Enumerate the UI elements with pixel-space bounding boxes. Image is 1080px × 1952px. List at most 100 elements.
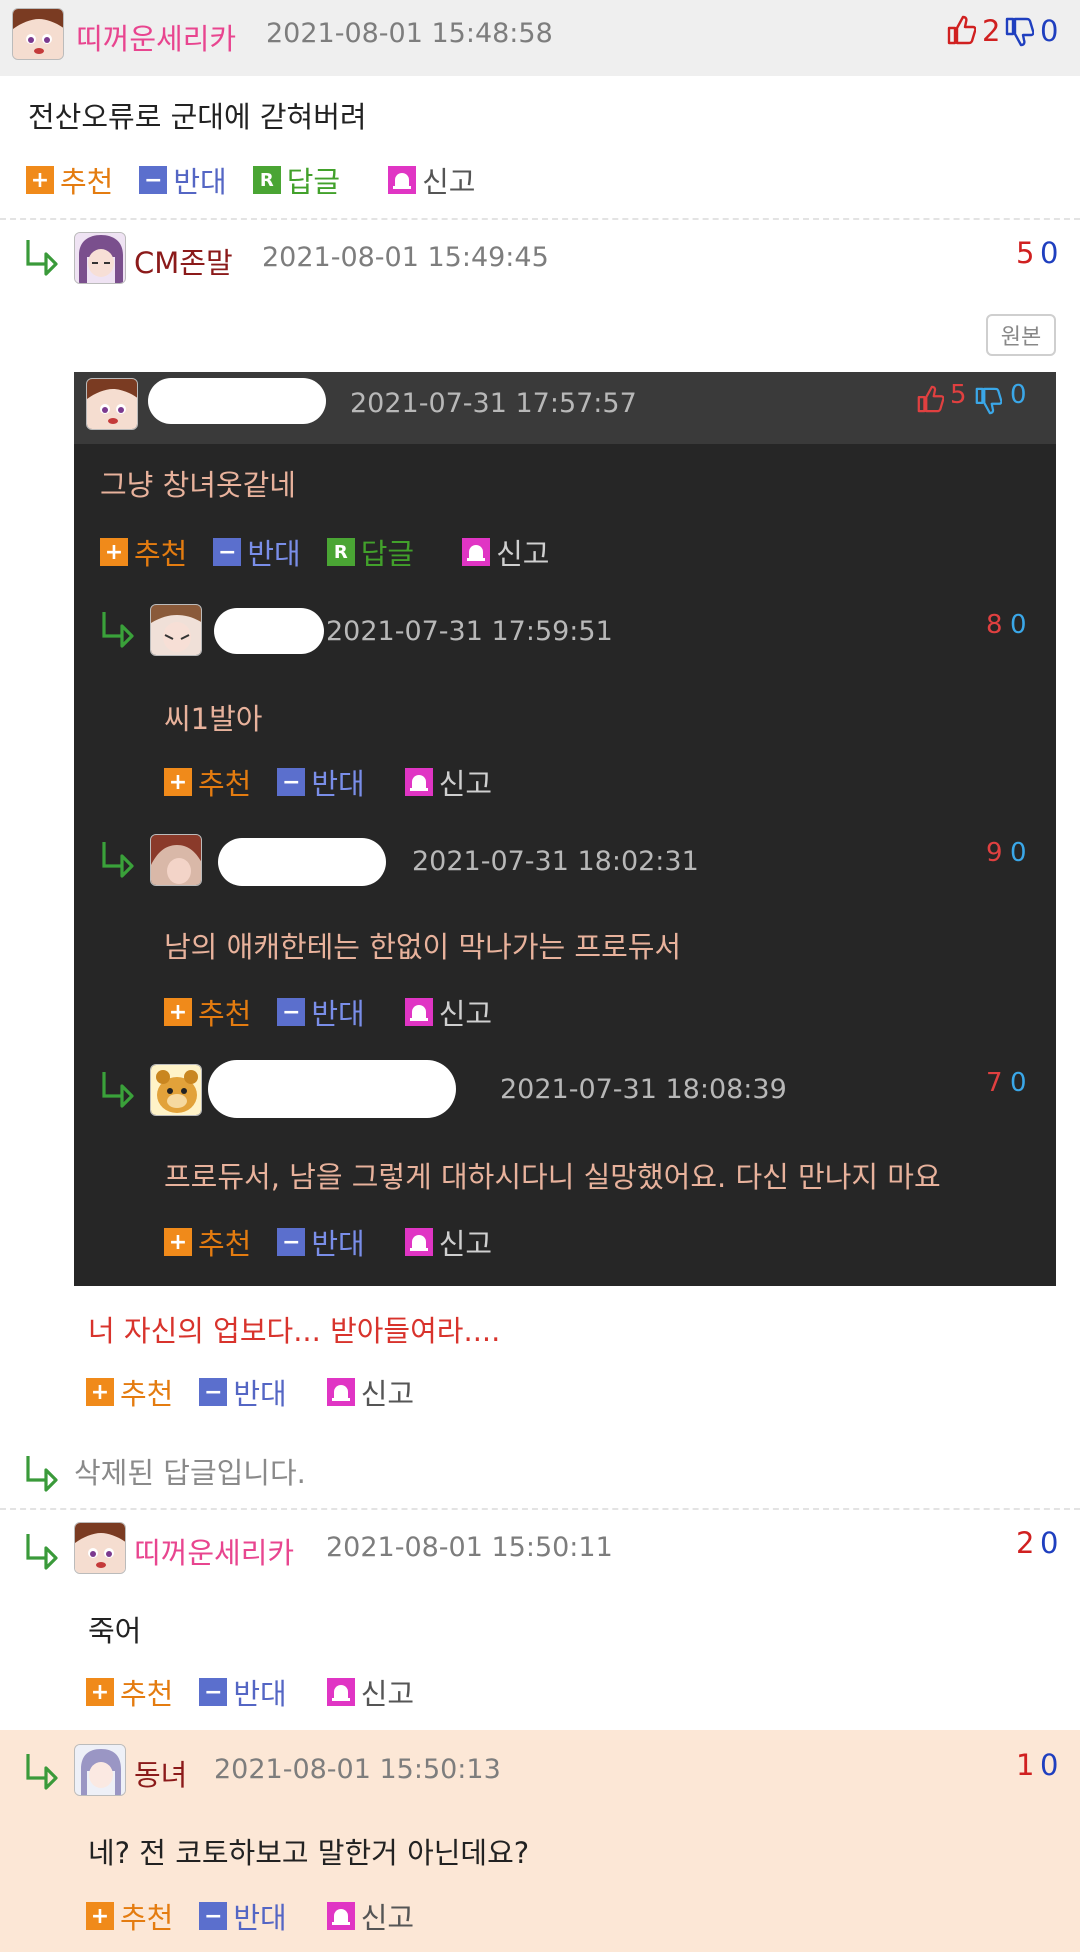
recommend-button[interactable]: + 추천 bbox=[26, 159, 113, 201]
oppose-button[interactable]: − 반대 bbox=[199, 1671, 287, 1713]
timestamp: 2021-07-31 18:08:39 bbox=[500, 1074, 787, 1105]
thumbs-down-icon bbox=[974, 386, 1003, 416]
redaction-scribble bbox=[214, 608, 324, 654]
recommend-button: + 추천 bbox=[100, 531, 187, 573]
upvote-count: 2 bbox=[1016, 1526, 1035, 1560]
minus-icon: − bbox=[277, 768, 306, 796]
report-button: 신고 bbox=[404, 761, 492, 803]
upvote-count: 9 bbox=[986, 838, 1003, 868]
avatar bbox=[150, 834, 202, 886]
nickname[interactable]: CM존말 bbox=[134, 240, 233, 282]
avatar[interactable] bbox=[74, 232, 126, 284]
recommend-button[interactable]: + 추천 bbox=[86, 1671, 173, 1713]
thumbs-up-icon bbox=[916, 384, 945, 414]
report-button: 신고 bbox=[404, 1221, 492, 1263]
avatar[interactable] bbox=[74, 1744, 126, 1796]
redaction-scribble bbox=[148, 378, 326, 424]
siren-icon bbox=[404, 1228, 433, 1256]
timestamp: 2021-08-01 15:49:45 bbox=[262, 242, 549, 273]
minus-icon: − bbox=[277, 998, 306, 1026]
recommend-button[interactable]: + 추천 bbox=[86, 1895, 173, 1937]
downvote-count: 0 bbox=[1040, 1748, 1059, 1782]
comment-text: 프로듀서, 남을 그렇게 대하시다니 실망했어요. 다신 만나지 마요 bbox=[164, 1160, 941, 1194]
comment-text: 남의 애캐한테는 한없이 막나가는 프로듀서 bbox=[164, 930, 682, 964]
reply-button: R 답글 bbox=[326, 531, 414, 573]
divider bbox=[0, 218, 1080, 220]
plus-icon: + bbox=[26, 166, 54, 194]
comment-actions: + 추천 − 반대 신고 bbox=[164, 992, 518, 1032]
plus-icon: + bbox=[86, 1902, 114, 1930]
comment-actions: + 추천 − 반대 신고 bbox=[164, 762, 518, 802]
reply-arrow-icon bbox=[98, 608, 138, 648]
report-button: 신고 bbox=[462, 531, 550, 573]
reply-arrow-icon bbox=[22, 1452, 62, 1492]
reply-arrow-icon bbox=[22, 1750, 62, 1790]
reply-icon: R bbox=[326, 538, 355, 566]
thumbs-up-icon[interactable] bbox=[946, 14, 977, 46]
comment-text: 죽어 bbox=[88, 1614, 142, 1648]
avatar[interactable] bbox=[12, 8, 64, 60]
minus-icon: − bbox=[199, 1902, 228, 1930]
oppose-button[interactable]: − 반대 bbox=[199, 1371, 287, 1413]
recommend-button: + 추천 bbox=[164, 991, 251, 1033]
nickname[interactable]: 띠꺼운세리카 bbox=[134, 1530, 294, 1572]
siren-icon bbox=[388, 166, 417, 194]
timestamp: 2021-08-01 15:50:11 bbox=[326, 1532, 613, 1563]
plus-icon: + bbox=[86, 1678, 114, 1706]
plus-icon: + bbox=[100, 538, 128, 566]
recommend-button[interactable]: + 추천 bbox=[86, 1371, 173, 1413]
comment-actions: + 추천 − 반대 신고 bbox=[86, 1896, 440, 1936]
timestamp: 2021-08-01 15:50:13 bbox=[214, 1754, 501, 1785]
comment-text: 씨1발아 bbox=[164, 702, 263, 736]
recommend-button: + 추천 bbox=[164, 1221, 251, 1263]
siren-icon bbox=[326, 1902, 355, 1930]
avatar bbox=[150, 1064, 202, 1116]
minus-icon: − bbox=[213, 538, 242, 566]
upvote-count: 2 bbox=[982, 14, 1001, 48]
upvote-count: 5 bbox=[950, 380, 967, 410]
siren-icon bbox=[404, 768, 433, 796]
report-button[interactable]: 신고 bbox=[326, 1371, 414, 1413]
comment-text: 전산오류로 군대에 갇혀버려 bbox=[28, 100, 367, 134]
report-button[interactable]: 신고 bbox=[388, 159, 476, 201]
original-button[interactable]: 원본 bbox=[986, 314, 1056, 356]
comment-actions: + 추천 − 반대 R 답글 신고 bbox=[100, 532, 576, 572]
comment-text: 네? 전 코토하보고 말한거 아닌데요? bbox=[88, 1836, 530, 1870]
nickname[interactable]: 동녀 bbox=[134, 1752, 187, 1794]
minus-icon: − bbox=[277, 1228, 306, 1256]
comment-actions: + 추천 − 반대 신고 bbox=[86, 1372, 440, 1412]
avatar[interactable] bbox=[74, 1522, 126, 1574]
nickname[interactable]: 띠꺼운세리카 bbox=[76, 16, 236, 58]
report-button: 신고 bbox=[404, 991, 492, 1033]
minus-icon: − bbox=[139, 166, 168, 194]
comment-text: 너 자신의 업보다... 받아들여라.... bbox=[88, 1314, 501, 1348]
minus-icon: − bbox=[199, 1678, 228, 1706]
report-button[interactable]: 신고 bbox=[326, 1895, 414, 1937]
siren-icon bbox=[462, 538, 491, 566]
upvote-count: 8 bbox=[986, 610, 1003, 640]
comment-text: 그냥 창녀옷같네 bbox=[100, 468, 296, 502]
siren-icon bbox=[404, 998, 433, 1026]
downvote-count: 0 bbox=[1010, 1068, 1027, 1098]
recommend-button: + 추천 bbox=[164, 761, 251, 803]
comment-actions: + 추천 − 반대 R 답글 신고 bbox=[26, 160, 502, 200]
downvote-count: 0 bbox=[1010, 610, 1027, 640]
thumbs-down-icon[interactable] bbox=[1004, 16, 1035, 48]
plus-icon: + bbox=[164, 1228, 192, 1256]
avatar bbox=[150, 604, 202, 656]
plus-icon: + bbox=[164, 998, 192, 1026]
report-button[interactable]: 신고 bbox=[326, 1671, 414, 1713]
downvote-count: 0 bbox=[1010, 380, 1027, 410]
timestamp: 2021-08-01 15:48:58 bbox=[266, 18, 553, 49]
downvote-count: 0 bbox=[1040, 1526, 1059, 1560]
oppose-button[interactable]: − 반대 bbox=[139, 159, 227, 201]
minus-icon: − bbox=[199, 1378, 228, 1406]
downvote-count: 0 bbox=[1010, 838, 1027, 868]
oppose-button[interactable]: − 반대 bbox=[199, 1895, 287, 1937]
reply-button[interactable]: R 답글 bbox=[252, 159, 340, 201]
oppose-button: − 반대 bbox=[277, 761, 365, 803]
downvote-count: 0 bbox=[1040, 14, 1059, 48]
reply-arrow-icon bbox=[98, 1068, 138, 1108]
reply-arrow-icon bbox=[22, 1530, 62, 1570]
timestamp: 2021-07-31 17:59:51 bbox=[326, 616, 613, 647]
